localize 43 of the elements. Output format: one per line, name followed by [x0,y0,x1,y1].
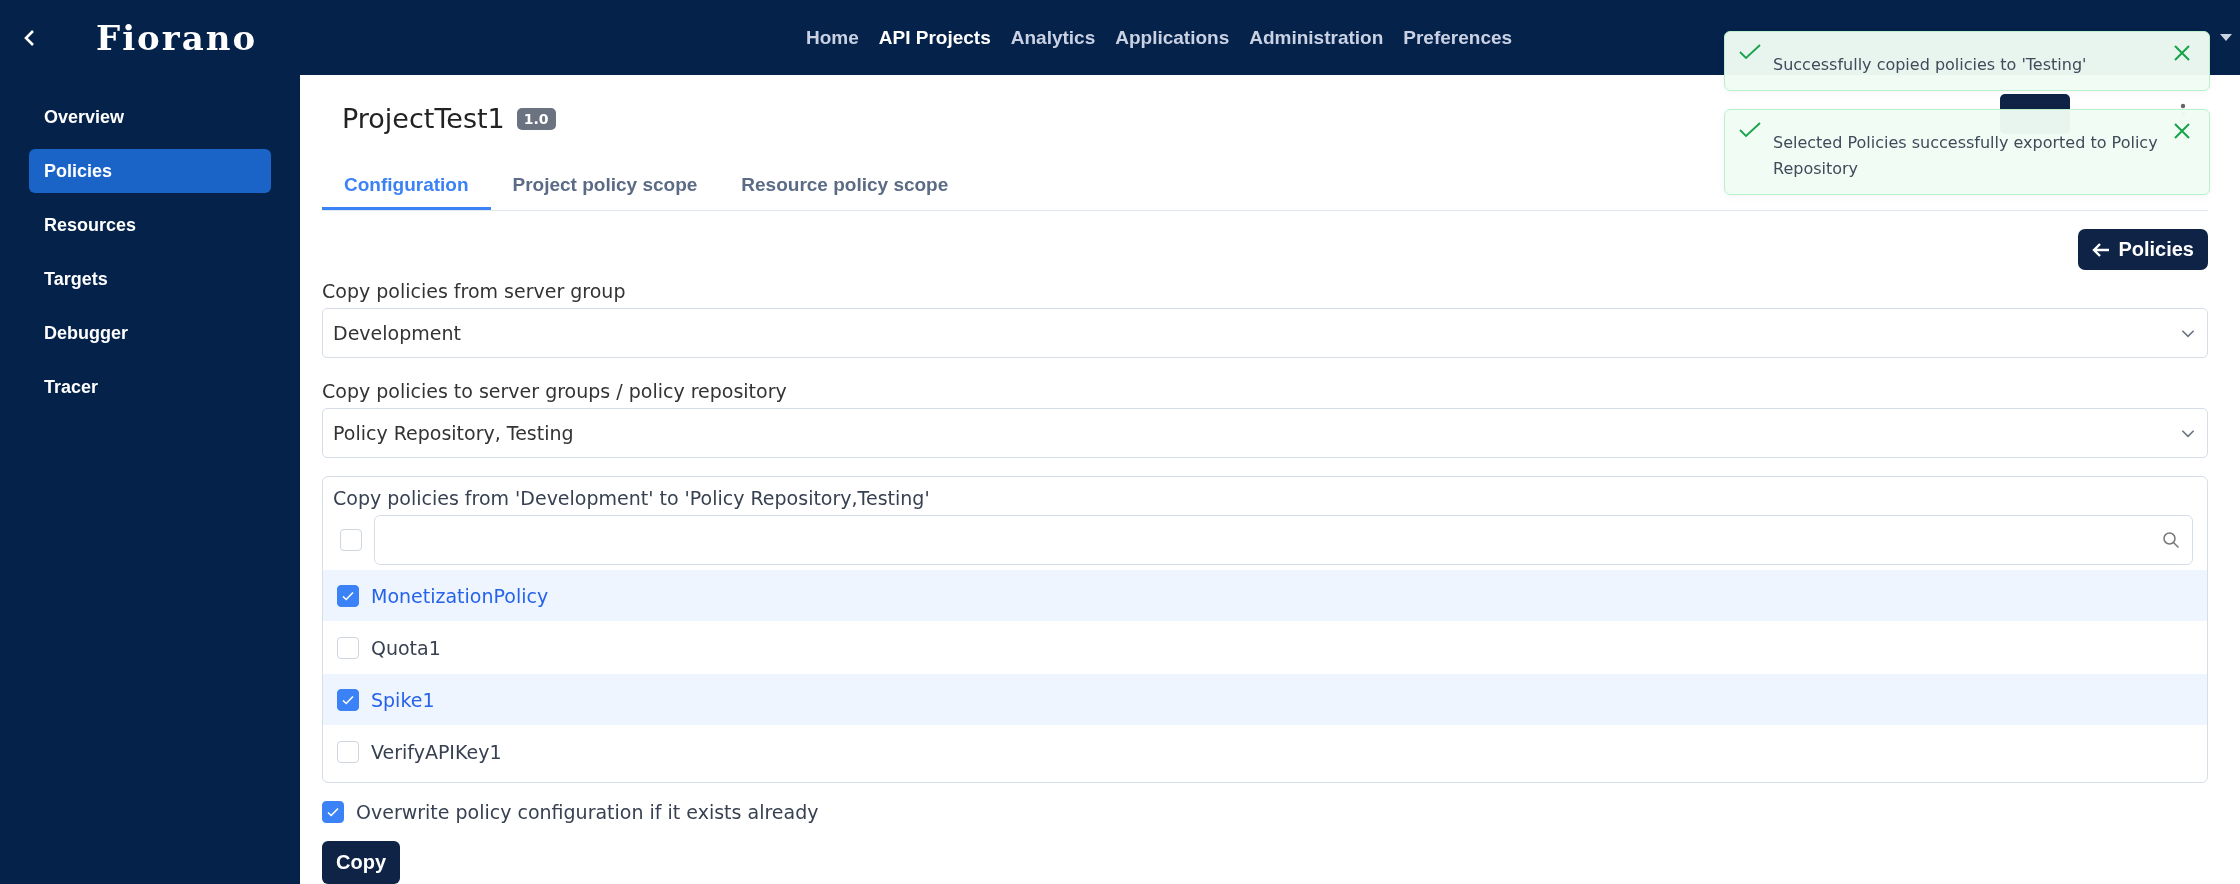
check-icon [1739,122,1761,138]
checkbox[interactable] [337,584,359,607]
source-select[interactable]: Development [322,308,2208,359]
nav-link[interactable]: Preferences [1403,26,1513,49]
check-icon [1739,44,1761,60]
search-field[interactable] [374,515,2193,565]
close-icon[interactable] [2173,44,2191,62]
field-label: Copy policies to server groups / policy repository [322,380,788,403]
copy-button[interactable]: Copy [322,841,400,884]
tab[interactable]: Resource policy scope [719,162,971,211]
toast-message: Successfully copied policies to 'Testing' [1773,54,2088,76]
project-title: ProjectTest1 [342,103,505,135]
list-title: Copy policies from 'Development' to 'Policy Repository,Testing' [332,486,931,511]
arrow-left-icon [2092,241,2111,258]
sidebar-item[interactable]: Debugger [29,311,271,355]
logo: Fiorano [96,17,258,58]
sidebar-item[interactable]: Targets [29,257,271,301]
sidebar-item[interactable]: Overview [29,95,271,139]
tab[interactable]: Project policy scope [490,162,720,211]
checkbox-label: Overwrite policy configuration if it exists already [356,801,819,823]
policy-name: VerifyAPIKey1 [371,740,502,763]
version-badge: 1.0 [516,107,556,130]
policy-name: MonetizationPolicy [371,584,549,607]
caret-icon[interactable] [2220,34,2232,42]
checkbox[interactable] [337,688,359,711]
nav-link[interactable]: Applications [1115,26,1230,49]
close-icon[interactable] [2173,122,2191,140]
nav-link[interactable]: API Projects [878,26,991,49]
nav-link[interactable]: Administration [1249,26,1384,49]
sidebar-item[interactable]: Resources [29,203,271,247]
search-icon [2162,531,2180,549]
checkbox[interactable] [322,801,344,823]
sidebar-item[interactable]: Tracer [29,365,271,409]
nav-link[interactable]: Home [806,26,859,49]
sidebar-item[interactable]: Policies [29,149,271,193]
nav-link[interactable]: Analytics [1010,26,1096,49]
field-label: Copy policies from server group [322,280,627,303]
policies-button[interactable]: Policies [2078,229,2208,271]
policy-name: Spike1 [371,688,435,711]
policy-name: Quota1 [371,636,441,659]
tab[interactable]: Configuration [322,162,491,211]
target-select[interactable]: Policy Repository, Testing [322,408,2208,458]
toast-message: Selected Policies successfully exported to Policy Repository [1773,132,2159,180]
